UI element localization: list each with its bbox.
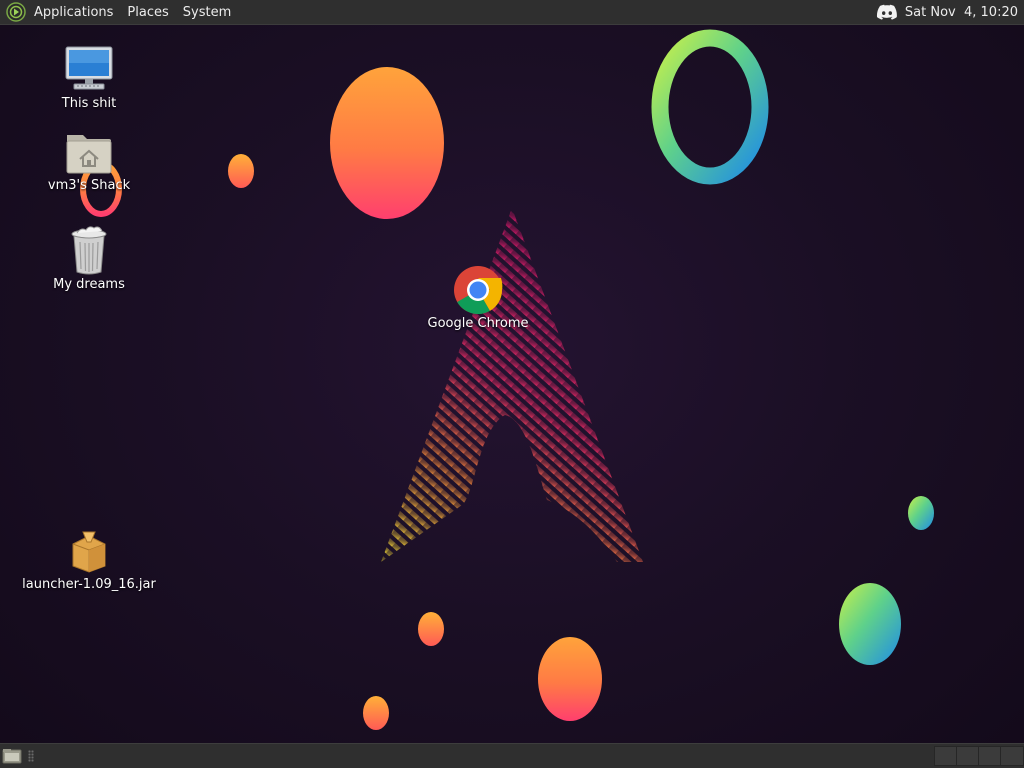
trash-icon [64,226,114,276]
desktop-icon-label: launcher-1.09_16.jar [22,577,156,592]
workspace-4[interactable] [1000,746,1024,766]
desktop-icon-computer[interactable]: This shit [19,45,159,111]
system-tray: Sat Nov 4, 10:20 [876,0,1024,25]
clock[interactable]: Sat Nov 4, 10:20 [905,5,1018,20]
desktop-icon-chrome[interactable]: Google Chrome [408,265,548,331]
desktop-icon-label: This shit [61,96,117,111]
desktop-icon-label: Google Chrome [427,316,529,331]
mate-menu-icon[interactable] [6,2,26,22]
panel-drag-handle[interactable] [28,750,34,762]
computer-icon [64,45,114,95]
desktop-icon-home[interactable]: vm3's Shack [19,127,159,193]
menu-applications[interactable]: Applications [32,0,120,25]
package-icon [64,526,114,576]
bottom-panel [0,743,1024,768]
discord-icon[interactable] [876,4,898,20]
desktop-icon-launcher-jar[interactable]: launcher-1.09_16.jar [19,526,159,592]
desktop-icon-label: My dreams [53,277,125,292]
desktop-icon-trash[interactable]: My dreams [19,226,159,292]
chrome-icon [453,265,503,315]
menu-places[interactable]: Places [120,0,175,25]
show-desktop-icon[interactable] [2,748,22,764]
top-panel: Applications Places System Sat Nov 4, 10… [0,0,1024,25]
home-folder-icon [64,127,114,177]
menu-system[interactable]: System [176,0,238,25]
desktop-icon-label: vm3's Shack [47,178,131,193]
